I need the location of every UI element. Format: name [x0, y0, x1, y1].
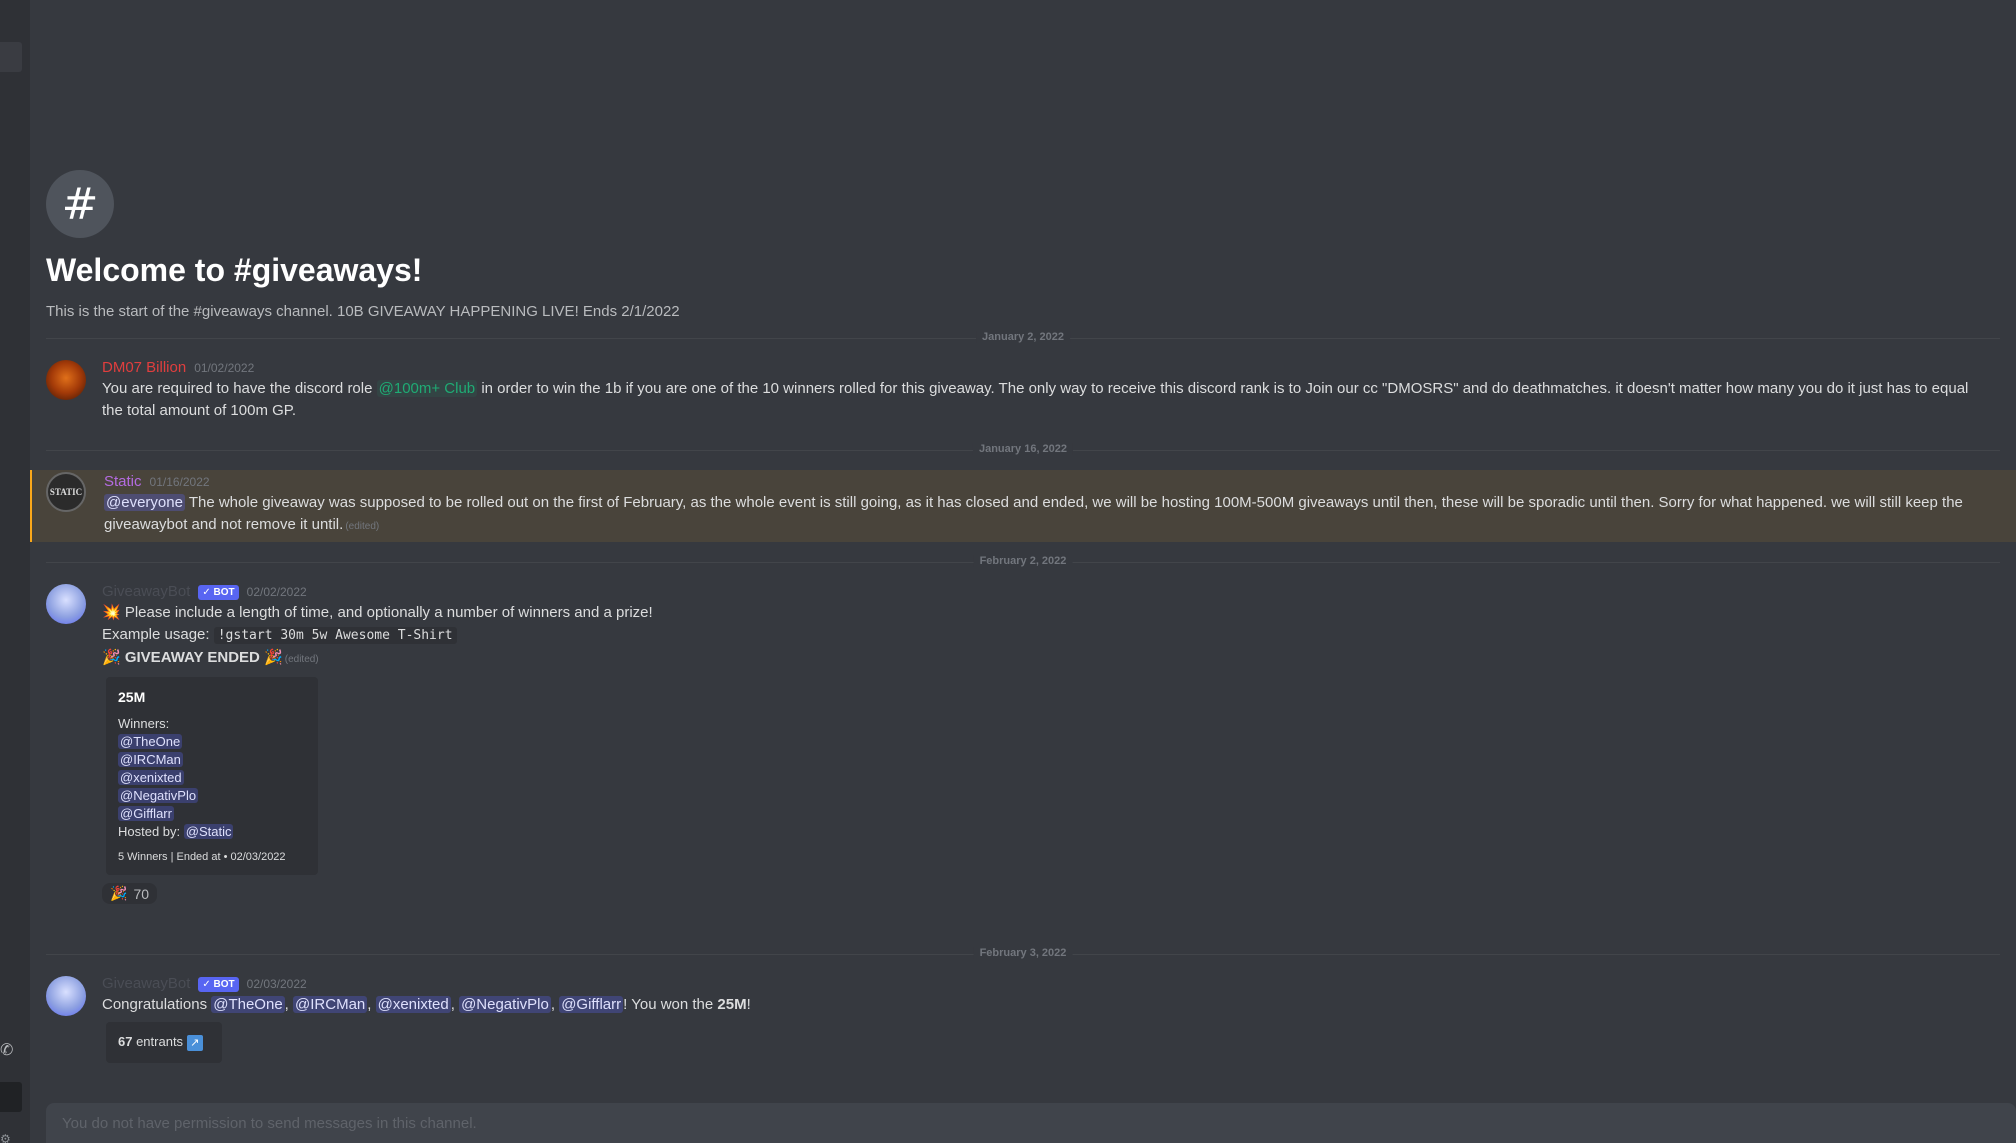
message-content: 💥 Please include a length of time, and o…	[102, 604, 653, 666]
user-mention[interactable]: @Gifflarr	[118, 806, 174, 821]
giveaway-ended-text: 🎉 GIVEAWAY ENDED 🎉	[102, 649, 283, 666]
user-mention[interactable]: @xenixted	[375, 996, 451, 1013]
user-mention[interactable]: @TheOne	[118, 734, 183, 749]
role-mention[interactable]: @100m+ Club	[376, 380, 478, 397]
edited-label: (edited)	[345, 521, 380, 532]
sidebar-item[interactable]	[0, 42, 22, 72]
embed-title: 25M	[118, 689, 146, 705]
message-content: Congratulations @TheOne, @IRCMan, @xenix…	[102, 996, 751, 1013]
message-content: You are required to have the discord rol…	[102, 380, 1969, 419]
welcome-title: Welcome to #giveaways!	[46, 252, 423, 288]
date-divider: February 3, 2022	[46, 947, 2000, 959]
username[interactable]: GiveawayBot	[102, 974, 190, 994]
edited-label: (edited)	[284, 654, 319, 665]
user-mention[interactable]: @IRCMan	[118, 752, 183, 767]
date-divider: January 16, 2022	[46, 443, 2000, 455]
everyone-mention[interactable]: @everyone	[104, 494, 185, 511]
timestamp: 02/02/2022	[246, 585, 307, 599]
user-mention[interactable]: @NegativPlo	[118, 788, 199, 803]
user-mention[interactable]: @Static	[183, 824, 234, 839]
user-mention[interactable]: @NegativPlo	[459, 996, 551, 1013]
reaction-count: 70	[133, 885, 150, 902]
date-divider: January 2, 2022	[46, 331, 2000, 343]
phone-hangup-icon[interactable]: ✆	[0, 1040, 20, 1064]
reaction-button[interactable]: 🎉 70	[102, 883, 158, 904]
timestamp: 01/16/2022	[149, 475, 210, 489]
user-mention[interactable]: @xenixted	[118, 770, 184, 785]
gear-icon[interactable]: ⚙	[0, 1132, 11, 1143]
user-mention[interactable]: @Gifflarr	[559, 996, 624, 1013]
message: GiveawayBot ✓ BOT 02/02/2022 💥 Please in…	[30, 582, 2016, 904]
avatar[interactable]	[46, 360, 86, 400]
avatar[interactable]	[46, 584, 86, 624]
message-content: @everyone The whole giveaway was suppose…	[104, 494, 1963, 533]
user-mention[interactable]: @IRCMan	[293, 996, 368, 1013]
channel-welcome: # Welcome to #giveaways! This is the sta…	[46, 170, 680, 320]
bot-tag: ✓ BOT	[198, 976, 239, 992]
giveaway-embed: 25M Winners: @TheOne @IRCMan @xenixted @…	[106, 677, 318, 875]
message: GiveawayBot ✓ BOT 02/03/2022 Congratulat…	[30, 974, 2016, 1063]
avatar[interactable]	[46, 976, 86, 1016]
timestamp: 02/03/2022	[246, 977, 307, 991]
timestamp: 01/02/2022	[194, 361, 255, 375]
server-sidebar-edge: ✆ ⚙	[0, 0, 30, 1143]
entrants-count: 67	[118, 1034, 133, 1049]
username[interactable]: GiveawayBot	[102, 582, 190, 602]
external-link-icon[interactable]: ↗	[186, 1034, 203, 1051]
chat-area: # Welcome to #giveaways! This is the sta…	[30, 0, 2016, 1143]
bot-tag: ✓ BOT	[198, 584, 239, 600]
username[interactable]: DM07 Billion	[102, 358, 186, 378]
message-mentioned: STATIC Static 01/16/2022 @everyone The w…	[30, 470, 2016, 542]
welcome-description: This is the start of the #giveaways chan…	[46, 303, 680, 320]
party-popper-icon: 🎉	[110, 885, 128, 901]
user-mention[interactable]: @TheOne	[211, 996, 285, 1013]
prize: 25M	[717, 996, 747, 1013]
embed-footer: 5 Winners | Ended at • 02/03/2022	[118, 851, 286, 863]
user-panel-edge[interactable]	[0, 1082, 22, 1112]
message: DM07 Billion 01/02/2022 You are required…	[30, 358, 2016, 422]
code-snippet: !gstart 30m 5w Awesome T-Shirt	[213, 627, 457, 644]
entrants-embed: 67 entrants ↗	[106, 1022, 222, 1063]
hash-icon: #	[46, 170, 114, 238]
avatar[interactable]: STATIC	[46, 472, 86, 512]
date-divider: February 2, 2022	[46, 555, 2000, 567]
username[interactable]: Static	[104, 472, 142, 492]
message-input-disabled: You do not have permission to send messa…	[46, 1103, 2016, 1143]
